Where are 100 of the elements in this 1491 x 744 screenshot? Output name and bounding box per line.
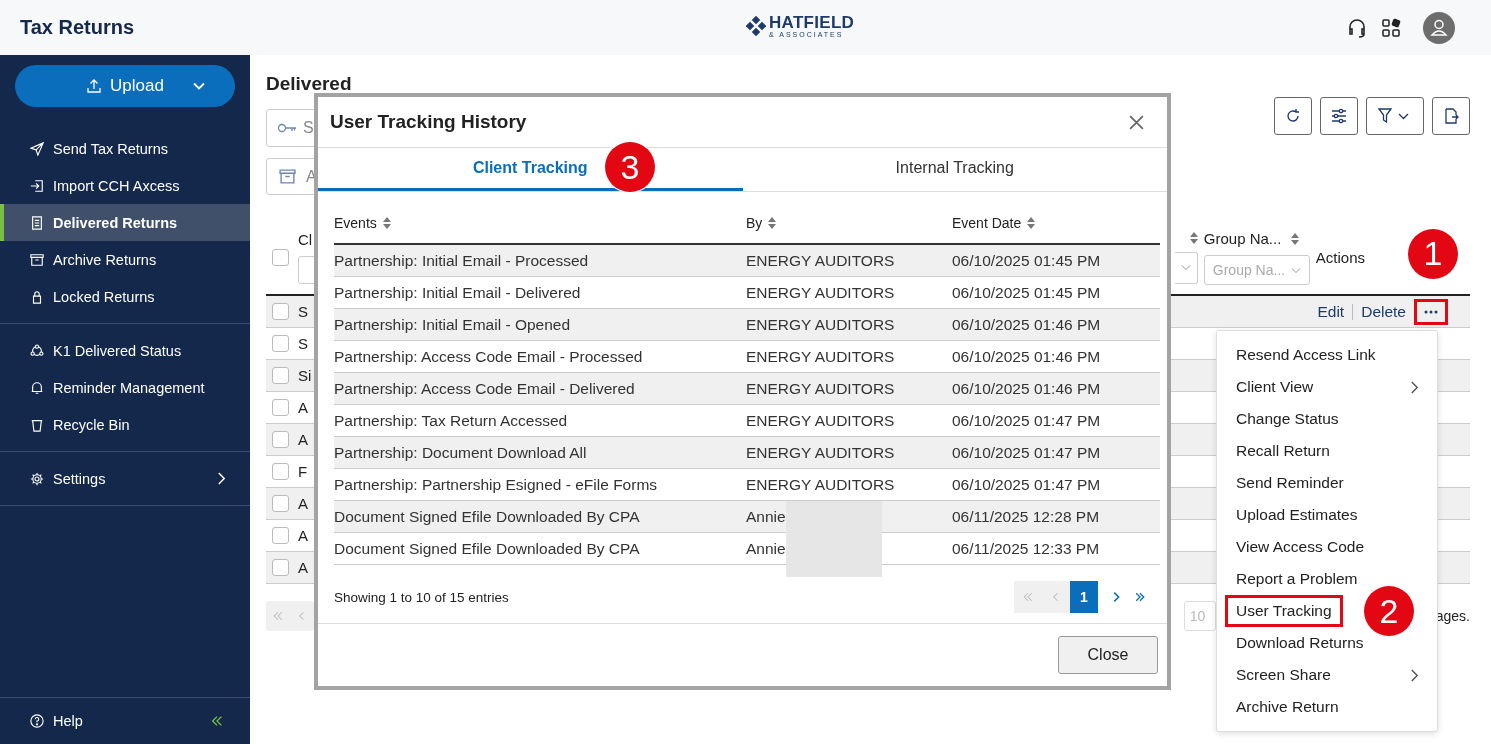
bin-icon: [30, 417, 44, 432]
delete-link[interactable]: Delete: [1361, 302, 1406, 321]
table-cell: 06/10/2025 01:47 PM: [952, 411, 1101, 430]
sidebar-item[interactable]: Reminder Management: [0, 369, 250, 406]
table-cell: ENERGY AUDITORS: [746, 283, 895, 302]
menu-item[interactable]: Recall Return: [1225, 435, 1341, 467]
checkbox[interactable]: [272, 463, 289, 480]
close-icon[interactable]: [1128, 113, 1145, 131]
callout-number: 1: [1408, 228, 1458, 279]
table-cell: 06/10/2025 01:45 PM: [952, 283, 1101, 302]
sidebar-item[interactable]: Import CCH Axcess: [0, 167, 250, 204]
table-cell: Si: [298, 367, 312, 384]
tab[interactable]: Internal Tracking: [742, 148, 1167, 191]
apps-grid-icon[interactable]: [1381, 17, 1401, 38]
column-header[interactable]: Group Na...: [1203, 230, 1282, 247]
checkbox[interactable]: [272, 399, 289, 416]
upload-button[interactable]: Upload: [15, 65, 235, 107]
table-cell: A: [298, 495, 308, 512]
headset-icon[interactable]: [1347, 17, 1367, 38]
table-cell: A: [298, 527, 308, 544]
edit-link[interactable]: Edit: [1317, 302, 1345, 321]
sidebar-item[interactable]: Locked Returns: [0, 278, 250, 315]
menu-item[interactable]: Change Status: [1225, 403, 1350, 435]
callout-number: 2: [1364, 586, 1414, 636]
table-cell: ENERGY AUDITORS: [746, 251, 895, 270]
sidebar-item[interactable]: Archive Returns: [0, 241, 250, 278]
table-cell-text: Partnership: Initial Email - Opened: [334, 315, 572, 334]
table-cell: 06/10/2025 01:47 PM: [952, 475, 1101, 494]
table-cell-text: Partnership: Access Code Email - Delivered: [334, 379, 636, 398]
close-button[interactable]: Close: [1058, 636, 1158, 674]
table-cell: 06/10/2025 01:46 PM: [952, 379, 1101, 398]
lock-icon: [30, 289, 44, 304]
checkbox[interactable]: [272, 303, 289, 320]
table-cell: F: [298, 463, 308, 480]
sidebar-item[interactable]: Send Tax Returns: [0, 130, 250, 167]
previous-page-button[interactable]: [1042, 581, 1070, 613]
menu-item[interactable]: Client View: [1225, 371, 1325, 403]
help-link[interactable]: Help: [0, 702, 83, 740]
page-heading: Delivered: [266, 73, 353, 95]
table-cell: 06/10/2025 01:46 PM: [952, 347, 1101, 366]
menu-item[interactable]: Archive Return: [1225, 691, 1350, 723]
table-cell: S: [298, 303, 308, 320]
export-button[interactable]: [1432, 97, 1470, 135]
table-cell-text: Partnership: Access Code Email - Processed: [334, 347, 644, 366]
column-header[interactable]: By: [746, 214, 952, 231]
table-cell: 06/11/2025 12:28 PM: [952, 507, 1100, 526]
last-page-icon[interactable]: [1134, 590, 1146, 604]
people-circle-icon: [30, 343, 44, 358]
pagination-control[interactable]: [266, 601, 314, 631]
first-page-button[interactable]: [1014, 581, 1042, 613]
sidebar-item[interactable]: Recycle Bin: [0, 406, 250, 443]
table-cell-text: Document Signed Efile Downloaded By CPA: [334, 507, 641, 526]
menu-item[interactable]: Resend Access Link: [1225, 339, 1387, 371]
settings-icon: [30, 471, 44, 486]
sidebar-item[interactable]: Settings: [0, 460, 250, 497]
table-cell: ENERGY AUDITORS: [746, 443, 895, 462]
table-cell: ENERGY AUDITORS: [746, 475, 895, 494]
import-icon: [30, 178, 44, 193]
table-cell: 06/10/2025 01:45 PM: [952, 251, 1101, 270]
column-settings-button[interactable]: [1320, 97, 1358, 135]
sort-icon: [1189, 231, 1198, 244]
collapse-icon[interactable]: [210, 714, 224, 728]
sort-icon: [382, 216, 391, 229]
column-header[interactable]: Events: [334, 214, 746, 231]
avatar-icon[interactable]: [1423, 11, 1455, 44]
table-cell: A: [298, 399, 308, 416]
table-cell: ENERGY AUDITORS: [746, 411, 895, 430]
column-header[interactable]: Event Date: [952, 214, 1036, 231]
filter-button[interactable]: [1366, 97, 1424, 135]
more-icon: [1424, 309, 1438, 314]
bell-icon: [30, 380, 44, 395]
checkbox[interactable]: [272, 367, 289, 384]
more-button[interactable]: [1414, 298, 1448, 325]
chevron-down-icon: [1290, 266, 1301, 274]
filter-dropdown[interactable]: [1174, 251, 1198, 284]
menu-item[interactable]: Upload Estimates: [1225, 499, 1369, 531]
menu-item[interactable]: View Access Code: [1225, 531, 1376, 563]
checkbox[interactable]: [272, 527, 289, 544]
table-cell-text: Partnership: Partnership Esigned - eFile Forms: [334, 475, 659, 494]
first-page-icon[interactable]: [272, 610, 284, 622]
table-cell: ENERGY AUDITORS: [746, 379, 895, 398]
table-cell-text: Partnership: Document Download All: [334, 443, 588, 462]
menu-item[interactable]: Send Reminder: [1225, 467, 1355, 499]
dialog-title: User Tracking History: [330, 111, 527, 133]
chevron-right-icon: [217, 471, 226, 486]
menu-item[interactable]: Screen Share: [1225, 659, 1342, 691]
table-cell: ENERGY AUDITORS: [746, 347, 895, 366]
archive-box-icon: [30, 252, 44, 267]
page-button[interactable]: 1: [1070, 581, 1098, 613]
checkbox[interactable]: [272, 431, 289, 448]
refresh-button[interactable]: [1274, 97, 1312, 135]
table-cell: 06/11/2025 12:33 PM: [952, 539, 1100, 558]
menu-item[interactable]: User Tracking: [1225, 595, 1343, 627]
checkbox[interactable]: [272, 335, 289, 352]
chevron-down-icon: [193, 82, 205, 90]
checkbox[interactable]: [272, 249, 289, 266]
sidebar-item[interactable]: K1 Delivered Status: [0, 332, 250, 369]
checkbox[interactable]: [272, 559, 289, 576]
sidebar-item[interactable]: Delivered Returns: [0, 204, 250, 241]
checkbox[interactable]: [272, 495, 289, 512]
